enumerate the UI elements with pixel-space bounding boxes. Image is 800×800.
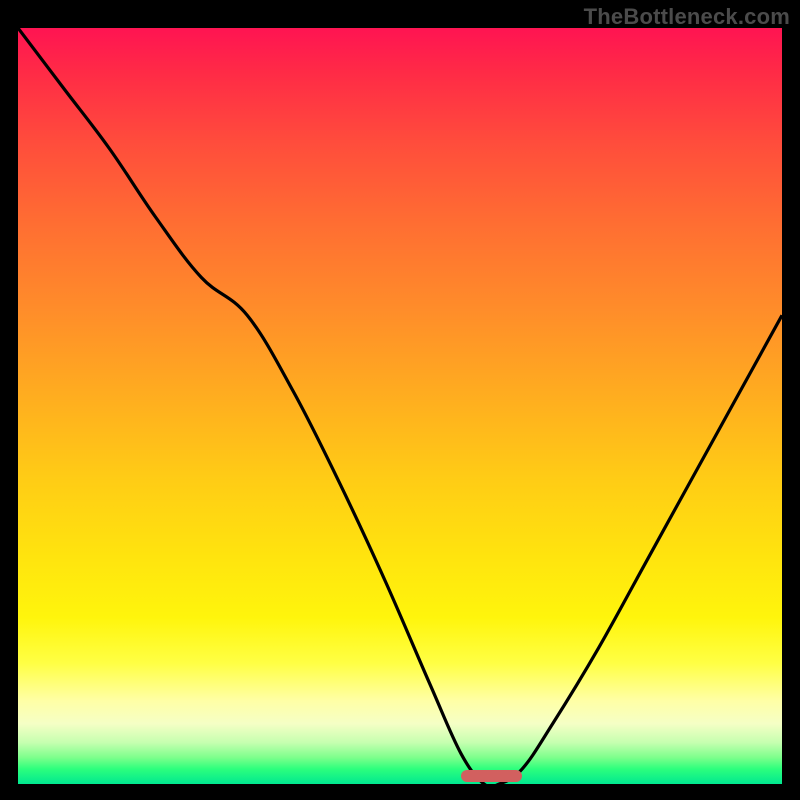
chart-frame: TheBottleneck.com xyxy=(0,0,800,800)
optimal-range-marker xyxy=(461,770,522,782)
attribution-label: TheBottleneck.com xyxy=(584,4,790,30)
bottleneck-curve xyxy=(18,28,782,784)
plot-area xyxy=(18,28,782,784)
bottleneck-curve-path xyxy=(18,28,782,784)
